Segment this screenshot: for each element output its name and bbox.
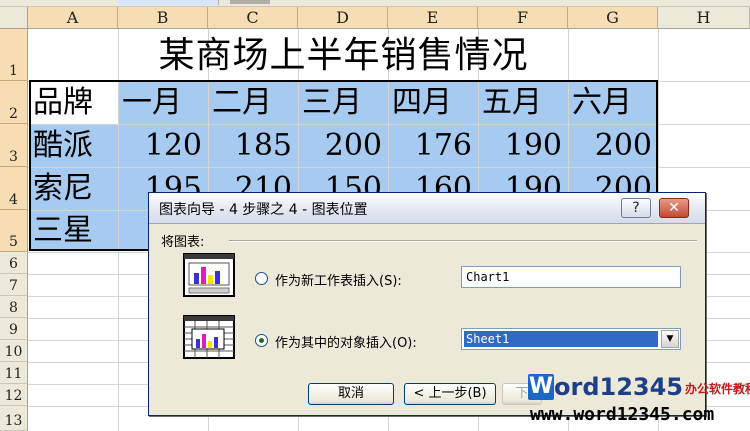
group-label: 将图表:: [161, 235, 205, 250]
row-header-10[interactable]: 10: [0, 340, 28, 362]
watermark-brand: ord12345: [554, 373, 683, 401]
chevron-down-icon[interactable]: ▼: [661, 330, 679, 348]
row-header-5[interactable]: 5: [0, 210, 28, 252]
dialog-title: 图表向导 - 4 步骤之 4 - 图表位置: [159, 202, 368, 218]
column-header-e[interactable]: E: [388, 7, 478, 29]
row-header-13[interactable]: 13: [0, 406, 28, 431]
row-header-12[interactable]: 12: [0, 384, 28, 406]
column-header-g[interactable]: G: [568, 7, 658, 29]
close-button[interactable]: ✕: [659, 198, 689, 218]
new-sheet-radio[interactable]: [255, 272, 268, 285]
watermark: Word12345 办公软件教程 www.word12345.com: [522, 372, 750, 431]
formula-bar-fragment: [230, 0, 270, 4]
watermark-logo: Word12345 办公软件教程: [528, 374, 750, 404]
help-button[interactable]: ?: [621, 198, 651, 218]
new-sheet-name-input[interactable]: Chart1: [461, 266, 681, 288]
row-header-6[interactable]: 6: [0, 252, 28, 274]
new-sheet-label[interactable]: 作为新工作表插入(S):: [275, 270, 402, 289]
row-header-8[interactable]: 8: [0, 296, 28, 318]
row-header-3[interactable]: 3: [0, 124, 28, 167]
object-label[interactable]: 作为其中的对象插入(O):: [275, 332, 417, 351]
group-divider: [229, 240, 697, 242]
object-radio[interactable]: [255, 334, 268, 347]
row-header-1[interactable]: 1: [0, 29, 28, 81]
object-sheet-value: Sheet1: [464, 331, 658, 347]
row-header-2[interactable]: 2: [0, 81, 28, 124]
row-header-4[interactable]: 4: [0, 167, 28, 210]
column-header-a[interactable]: A: [28, 7, 118, 29]
embedded-chart-icon: [183, 315, 235, 359]
new-sheet-chart-icon: [183, 253, 235, 297]
object-sheet-select[interactable]: Sheet1 ▼: [461, 328, 681, 350]
column-header-c[interactable]: C: [208, 7, 298, 29]
formula-bar-strip: [0, 0, 750, 7]
select-all-corner[interactable]: [0, 7, 28, 29]
row-header-9[interactable]: 9: [0, 318, 28, 340]
watermark-url: www.word12345.com: [530, 404, 715, 425]
column-header-f[interactable]: F: [478, 7, 568, 29]
column-header-d[interactable]: D: [298, 7, 388, 29]
sheet-title[interactable]: 某商场上半年销售情况: [29, 30, 658, 81]
watermark-logo-letter: W: [528, 374, 554, 400]
name-box[interactable]: [118, 0, 219, 5]
back-button[interactable]: < 上一步(B): [404, 383, 496, 405]
column-header-h[interactable]: H: [658, 7, 750, 29]
cancel-button[interactable]: 取消: [308, 383, 394, 405]
column-header-b[interactable]: B: [118, 7, 208, 29]
row-header-11[interactable]: 11: [0, 362, 28, 384]
row-header-7[interactable]: 7: [0, 274, 28, 296]
dialog-title-bar[interactable]: 图表向导 - 4 步骤之 4 - 图表位置 ? ✕: [149, 193, 705, 224]
watermark-tagline: 办公软件教程: [685, 382, 750, 396]
